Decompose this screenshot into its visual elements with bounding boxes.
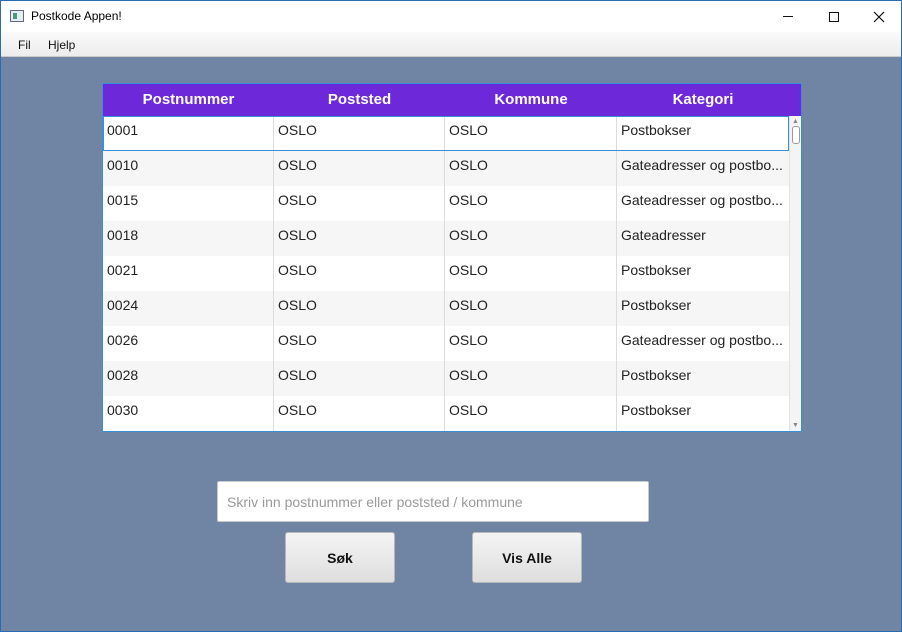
cell-kommune: OSLO [445, 151, 617, 186]
cell-postnummer: 0018 [103, 221, 274, 256]
table-row[interactable]: 0015 OSLO OSLO Gateadresser og postbo... [103, 186, 789, 221]
cell-poststed: OSLO [274, 361, 445, 396]
cell-postnummer: 0024 [103, 291, 274, 326]
app-window: Postkode Appen! Fil Hjelp Postnummer Pos… [0, 0, 902, 632]
cell-poststed: OSLO [274, 221, 445, 256]
cell-kommune: OSLO [445, 361, 617, 396]
table-row[interactable]: 0028 OSLO OSLO Postbokser [103, 361, 789, 396]
column-header-postnummer[interactable]: Postnummer [103, 84, 274, 116]
title-bar[interactable]: Postkode Appen! [1, 1, 901, 32]
show-all-button[interactable]: Vis Alle [472, 532, 582, 583]
maximize-button[interactable] [811, 1, 857, 32]
column-header-poststed[interactable]: Poststed [274, 84, 445, 116]
cell-kategori: Postbokser [621, 122, 692, 138]
app-window-icon [10, 10, 24, 22]
cell-postnummer: 0021 [103, 256, 274, 291]
column-header-kategori[interactable]: Kategori [617, 84, 789, 116]
cell-kategori: Gateadresser og postbo... [621, 192, 783, 208]
table-header: Postnummer Poststed Kommune Kategori [103, 84, 801, 116]
minimize-button[interactable] [765, 1, 811, 32]
cell-kommune: OSLO [445, 396, 617, 431]
cell-kommune: OSLO [445, 116, 617, 151]
cell-kategori: Gateadresser og postbo... [621, 332, 783, 348]
table-row[interactable]: 0024 OSLO OSLO Postbokser [103, 291, 789, 326]
table-row[interactable]: 0026 OSLO OSLO Gateadresser og postbo... [103, 326, 789, 361]
table-row[interactable]: 0001 OSLO OSLO Postbokser [103, 116, 789, 151]
table-row[interactable]: 0010 OSLO OSLO Gateadresser og postbo... [103, 151, 789, 186]
cell-kommune: OSLO [445, 221, 617, 256]
vertical-scrollbar[interactable]: ▲ ▼ [789, 116, 801, 431]
cell-postnummer: 0015 [103, 186, 274, 221]
cell-kategori: Gateadresser og postbo... [621, 157, 783, 173]
menu-hjelp[interactable]: Hjelp [48, 38, 75, 52]
cell-kategori: Postbokser [621, 367, 692, 383]
cell-kategori: Postbokser [621, 262, 692, 278]
cell-poststed: OSLO [274, 256, 445, 291]
table-row[interactable]: 0030 OSLO OSLO Postbokser [103, 396, 789, 431]
minimize-icon [783, 16, 793, 17]
cell-poststed: OSLO [274, 396, 445, 431]
cell-kommune: OSLO [445, 291, 617, 326]
cell-postnummer: 0028 [103, 361, 274, 396]
menu-fil[interactable]: Fil [18, 38, 31, 52]
window-title: Postkode Appen! [31, 9, 122, 23]
close-button[interactable] [856, 1, 902, 32]
maximize-icon [829, 11, 839, 22]
cell-poststed: OSLO [274, 116, 445, 151]
cell-kommune: OSLO [445, 256, 617, 291]
cell-kommune: OSLO [445, 326, 617, 361]
cell-kategori: Postbokser [621, 297, 692, 313]
cell-postnummer: 0026 [103, 326, 274, 361]
cell-postnummer: 0001 [103, 116, 274, 151]
cell-poststed: OSLO [274, 291, 445, 326]
scroll-down-icon[interactable]: ▼ [792, 422, 799, 429]
menu-bar: Fil Hjelp [1, 32, 901, 57]
cell-kategori: Gateadresser [621, 227, 706, 243]
cell-kommune: OSLO [445, 186, 617, 221]
cell-poststed: OSLO [274, 151, 445, 186]
cell-postnummer: 0030 [103, 396, 274, 431]
postcode-table[interactable]: Postnummer Poststed Kommune Kategori 000… [102, 83, 802, 432]
search-input[interactable] [217, 481, 649, 522]
close-icon [873, 11, 885, 22]
table-body: 0001 OSLO OSLO Postbokser 0010 OSLO OSLO Gatead… [103, 116, 789, 431]
scroll-up-icon[interactable]: ▲ [792, 118, 799, 125]
column-header-kommune[interactable]: Kommune [445, 84, 617, 116]
cell-poststed: OSLO [274, 326, 445, 361]
scrollbar-thumb[interactable] [792, 126, 800, 144]
cell-postnummer: 0010 [103, 151, 274, 186]
cell-poststed: OSLO [274, 186, 445, 221]
search-button[interactable]: Søk [285, 532, 395, 583]
table-row[interactable]: 0021 OSLO OSLO Postbokser [103, 256, 789, 291]
cell-kategori: Postbokser [621, 402, 692, 418]
table-row[interactable]: 0018 OSLO OSLO Gateadresser [103, 221, 789, 256]
